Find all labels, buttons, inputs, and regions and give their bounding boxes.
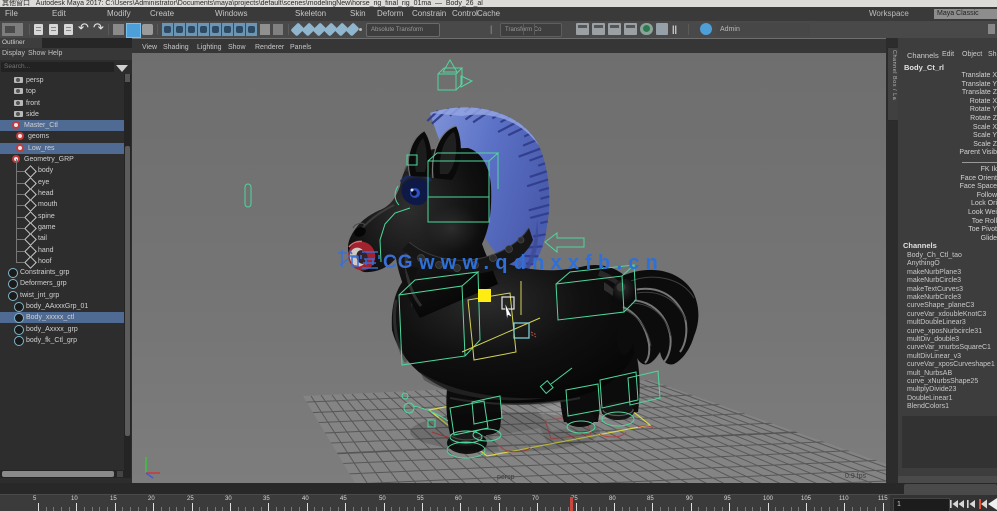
svg-text:Panels: Panels [290, 44, 312, 51]
svg-text:Shading: Shading [163, 44, 189, 51]
svg-text:CG: CG [383, 252, 414, 273]
svg-text:View: View [142, 44, 158, 51]
svg-text:persp: persp [497, 474, 515, 481]
svg-text:Renderer: Renderer [255, 44, 285, 51]
svg-text:www.qdnxxfb.cn: www.qdnxxfb.cn [418, 252, 664, 274]
svg-text:0.9 fps: 0.9 fps [845, 473, 867, 480]
svg-text:Show: Show [228, 44, 246, 51]
svg-text:Lighting: Lighting [197, 44, 222, 51]
